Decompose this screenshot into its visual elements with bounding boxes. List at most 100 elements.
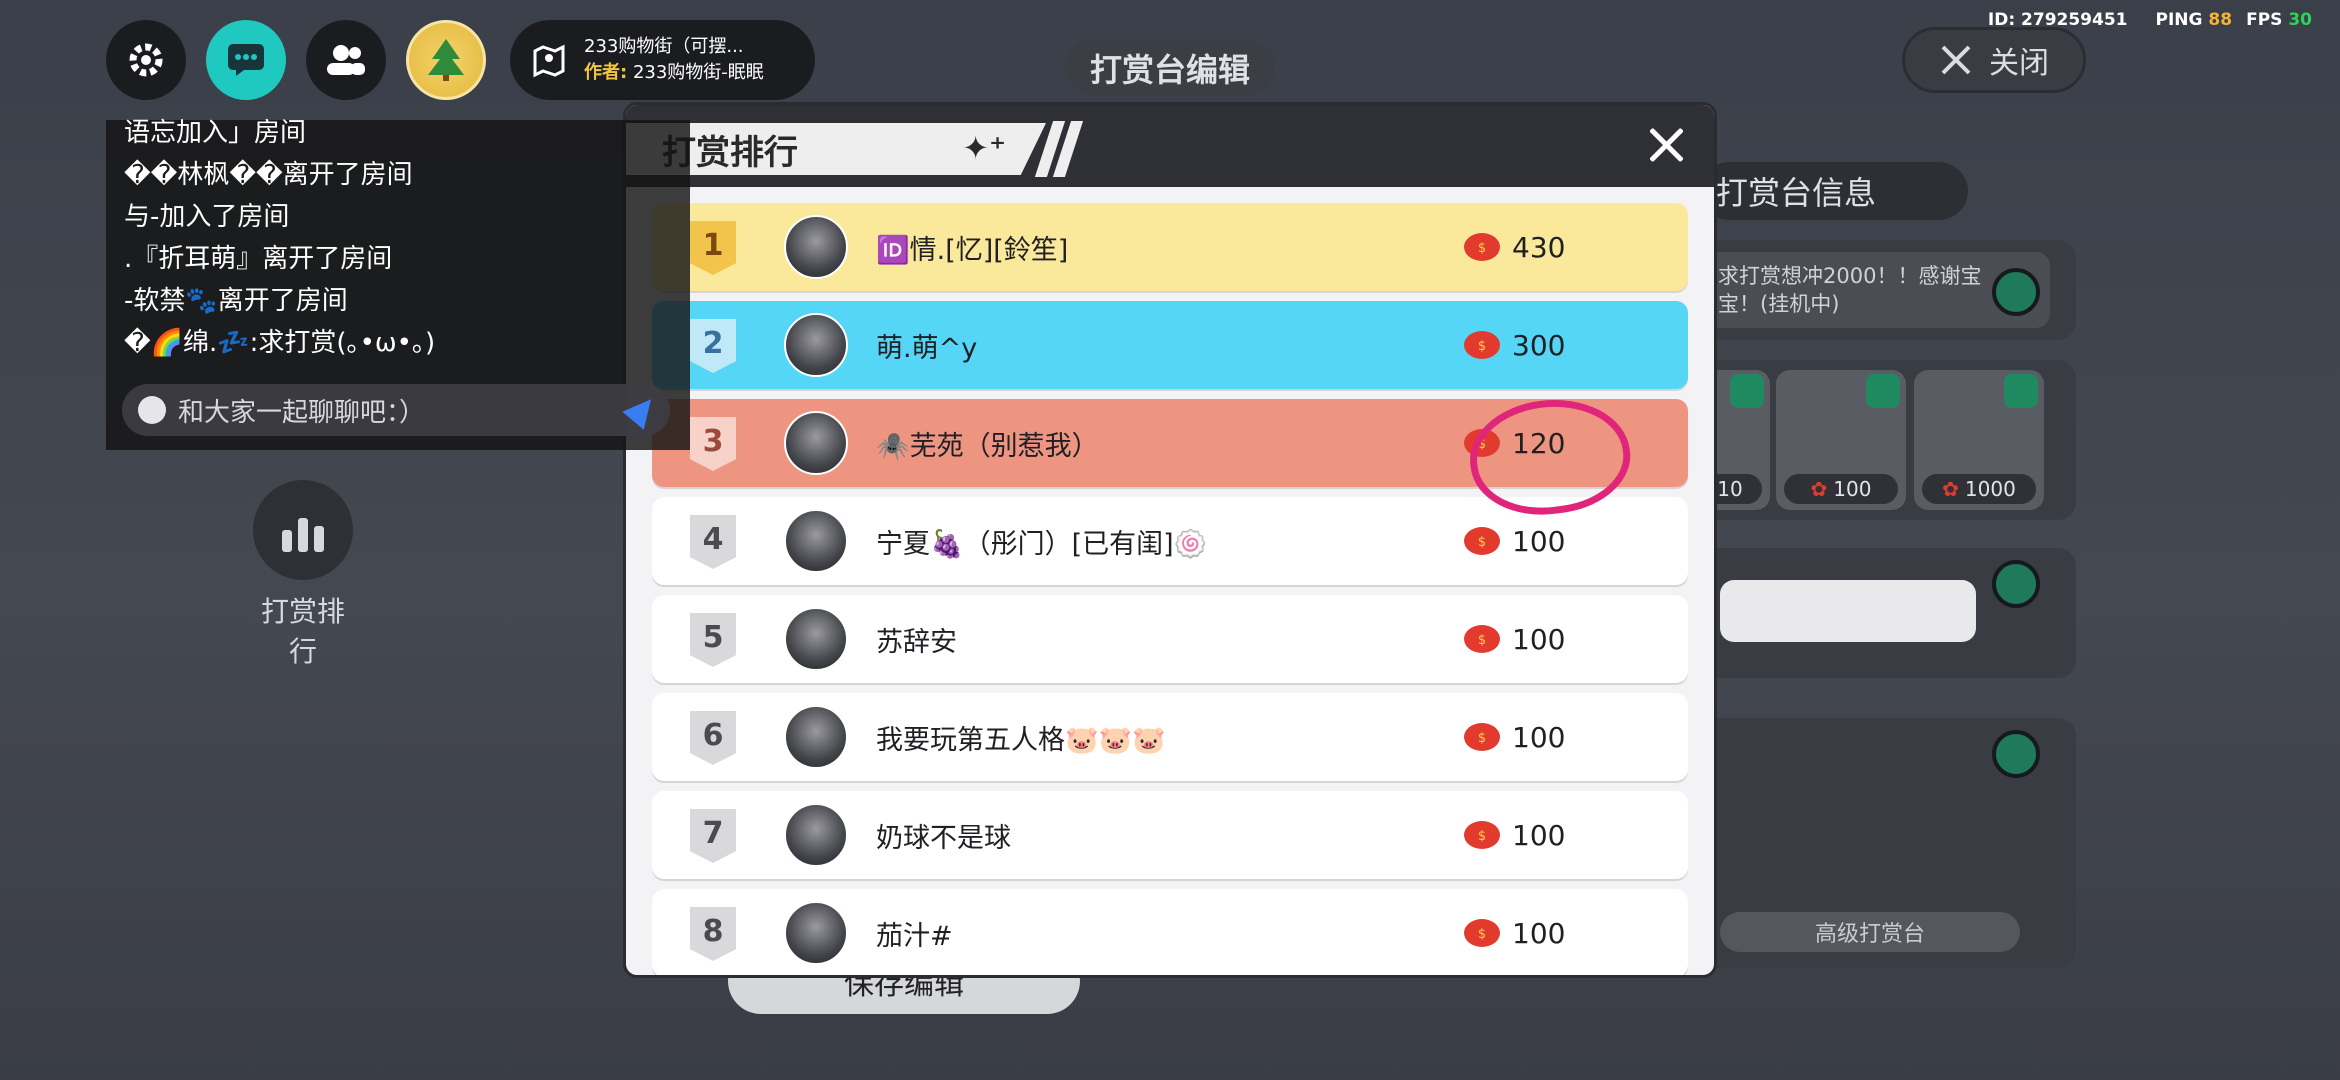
reward-coin-icon: $ — [1464, 919, 1500, 947]
send-icon[interactable] — [622, 390, 662, 430]
ping-value: 88 — [2208, 10, 2233, 30]
ranking-row[interactable]: 7 奶球不是球 $ 100 — [652, 791, 1688, 879]
chat-message: ��林枫��离开了房间 — [124, 160, 413, 190]
chat-overlay: 语忘加入」房间 ��林枫��离开了房间 与-加入了房间 .『折耳萌』离开了房间 … — [106, 118, 690, 450]
chat-input[interactable]: 和大家一起聊聊吧：） — [122, 384, 670, 436]
reward-coin-icon: $ — [1464, 233, 1500, 261]
trash-icon[interactable] — [1866, 374, 1900, 408]
sparkle-icon: ✦⁺ — [962, 129, 1006, 167]
description-card: 求打赏想冲2000！！感谢宝宝！(挂机中) — [1700, 240, 2076, 340]
ranking-list: 1 🆔情.[忆][鈴笙] $ 430 2 萌.萌^y $ 300 3 🕷️芜苑（… — [652, 203, 1688, 975]
ping-label: PING — [2155, 10, 2203, 30]
username: 我要玩第五人格🐷🐷🐷 — [876, 724, 1166, 756]
ranking-row[interactable]: 5 苏辞安 $ 100 — [652, 595, 1688, 683]
score: 100 — [1512, 720, 1566, 754]
chat-message: 语忘加入」房间 — [124, 118, 307, 148]
close-icon — [1941, 45, 1971, 75]
gift-price: 1000 — [1964, 477, 2016, 501]
avatar — [784, 803, 848, 867]
bar-chart-icon — [253, 480, 353, 580]
fps-value: 30 — [2288, 10, 2312, 30]
gift-list-card: 10 ✿ 100 ✿ 1000 — [1690, 360, 2076, 520]
avatar — [784, 901, 848, 965]
username: 奶球不是球 — [876, 822, 1011, 854]
users-icon — [327, 45, 365, 75]
slash-decoration — [1034, 121, 1084, 177]
close-modal-icon[interactable] — [1644, 123, 1688, 167]
modal-header: 打赏排行 ✦⁺ — [626, 105, 1714, 187]
coin-icon: ✿ — [1942, 477, 1959, 501]
ranking-modal: 打赏排行 ✦⁺ 1 🆔情.[忆][鈴笙] $ 430 2 萌.萌^y $ 300… — [623, 102, 1717, 978]
username: 🆔情.[忆][鈴笙] — [876, 234, 1069, 266]
avatar — [784, 313, 848, 377]
author-key: 作者: — [584, 62, 628, 83]
username: 🕷️芜苑（别惹我） — [876, 430, 1099, 462]
close-label: 关闭 — [1989, 46, 2049, 81]
score: 100 — [1512, 622, 1566, 656]
rank-badge: 7 — [690, 809, 736, 863]
avatar — [784, 411, 848, 475]
location-name: 233购物街（可摆... — [584, 36, 744, 57]
score: 100 — [1512, 916, 1566, 950]
reward-coin-icon: $ — [1464, 527, 1500, 555]
event-avatar-button[interactable] — [406, 20, 486, 100]
chat-message: �🌈绵.💤:求打赏(｡•ω•｡) — [124, 328, 436, 358]
avatar — [784, 607, 848, 671]
reward-coin-icon: $ — [1464, 625, 1500, 653]
rank-badge: 3 — [690, 417, 736, 471]
edit-description-button[interactable] — [1992, 268, 2040, 316]
map-pin-icon — [533, 44, 565, 78]
reward-coin-icon: $ — [1464, 331, 1500, 359]
svg-text:$: $ — [1478, 633, 1486, 648]
trash-icon[interactable] — [2004, 374, 2038, 408]
author-value: 233购物街-眠眠 — [632, 62, 764, 83]
username: 茄汁# — [876, 920, 953, 952]
gift-price: 100 — [1833, 477, 1872, 501]
fps-label: FPS — [2246, 10, 2283, 30]
gift-item[interactable]: ✿ 100 — [1776, 370, 1906, 510]
chat-message: -软禁🐾离开了房间 — [124, 286, 348, 316]
rank-badge: 5 — [690, 613, 736, 667]
score: 100 — [1512, 818, 1566, 852]
rank-badge: 8 — [690, 907, 736, 961]
ranking-menu-label: 打赏排行 — [260, 595, 345, 668]
location-pill[interactable]: 233购物街（可摆... 作者: 233购物街-眠眠 — [510, 20, 815, 100]
ranking-row[interactable]: 2 萌.萌^y $ 300 — [652, 301, 1688, 389]
settings-button[interactable] — [106, 20, 186, 100]
avatar — [784, 215, 848, 279]
ranking-row[interactable]: 8 茄汁# $ 100 — [652, 889, 1688, 975]
username: 苏辞安 — [876, 626, 957, 658]
advanced-settings-button[interactable] — [1992, 730, 2040, 778]
ranking-menu-item[interactable]: 打赏排行 — [248, 480, 358, 670]
svg-text:$: $ — [1478, 339, 1486, 354]
chat-bubble-icon — [228, 44, 264, 76]
username: 萌.萌^y — [876, 332, 978, 364]
ranking-row[interactable]: 6 我要玩第五人格🐷🐷🐷 $ 100 — [652, 693, 1688, 781]
rank-badge: 6 — [690, 711, 736, 765]
reward-coin-icon: $ — [1464, 821, 1500, 849]
christmas-tree-icon — [428, 39, 464, 81]
svg-text:$: $ — [1478, 731, 1486, 746]
ranking-row[interactable]: 1 🆔情.[忆][鈴笙] $ 430 — [652, 203, 1688, 291]
chat-input-placeholder: 和大家一起聊聊吧：） — [178, 397, 426, 428]
svg-text:$: $ — [1478, 241, 1486, 256]
rank-badge: 4 — [690, 515, 736, 569]
svg-text:$: $ — [1478, 535, 1486, 550]
close-editor-button[interactable]: 关闭 — [1902, 27, 2086, 93]
style-settings-button[interactable] — [1992, 560, 2040, 608]
rank-badge: 2 — [690, 319, 736, 373]
svg-text:$: $ — [1478, 829, 1486, 844]
rank-badge: 1 — [690, 221, 736, 275]
chat-button[interactable] — [206, 20, 286, 100]
gift-price: 10 — [1717, 477, 1743, 501]
chat-message: 与-加入了房间 — [124, 202, 290, 232]
score: 300 — [1512, 328, 1566, 362]
reward-coin-icon: $ — [1464, 723, 1500, 751]
smiley-icon — [138, 396, 166, 424]
description-text: 求打赏想冲2000！！感谢宝宝！(挂机中) — [1718, 264, 1982, 316]
gear-icon — [129, 43, 163, 77]
panel-info-title: 打赏台信息 — [1700, 162, 1968, 220]
friends-button[interactable] — [306, 20, 386, 100]
gift-item[interactable]: ✿ 1000 — [1914, 370, 2044, 510]
trash-icon[interactable] — [1730, 374, 1764, 408]
